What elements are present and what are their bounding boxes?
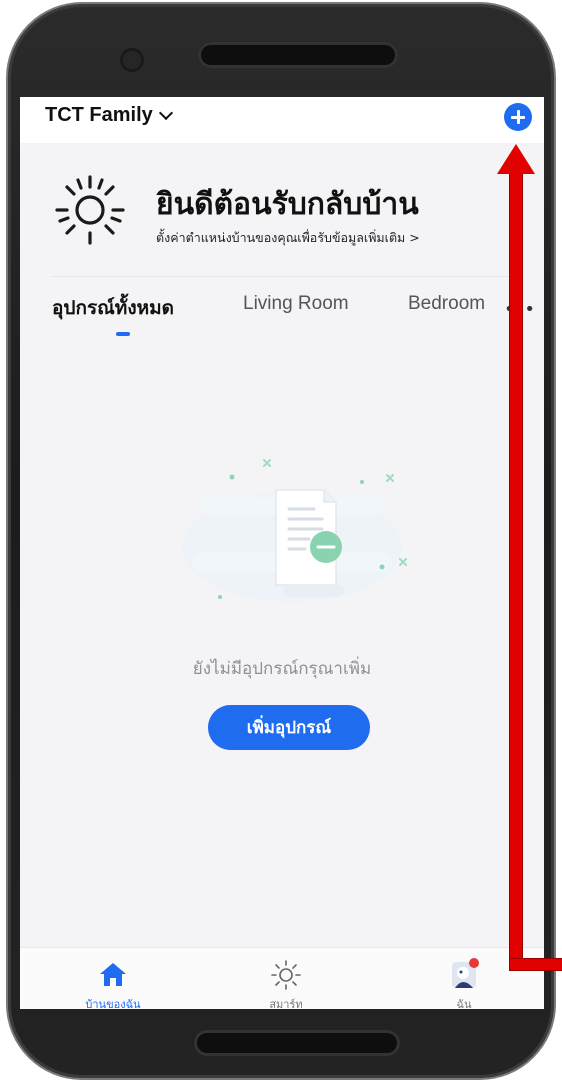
nav-label-smart: สมาร์ท xyxy=(269,998,303,1009)
family-name: TCT Family xyxy=(45,104,153,126)
home-icon xyxy=(100,963,126,986)
add-plus-button[interactable] xyxy=(504,103,532,131)
nav-label-me: ฉัน xyxy=(456,998,472,1009)
nav-my-home[interactable]: บ้านของฉัน xyxy=(53,948,173,1009)
tab-all-devices[interactable]: อุปกรณ์ทั้งหมด xyxy=(52,293,174,323)
add-device-button[interactable]: เพิ่มอุปกรณ์ xyxy=(208,705,370,750)
nav-smart[interactable]: สมาร์ท xyxy=(226,948,346,1009)
annotation-arrow-head xyxy=(497,144,535,174)
tab-living-room[interactable]: Living Room xyxy=(243,293,349,315)
annotation-arrow-tail xyxy=(510,959,562,970)
avatar-icon xyxy=(452,958,479,988)
room-tabs: อุปกรณ์ทั้งหมด Living Room Bedroom xyxy=(20,293,544,333)
bottom-speaker xyxy=(194,1030,400,1056)
sun-icon xyxy=(271,960,301,990)
app-screen: TCT Family ยินดีต้อนรับกลับบ้าน ตั้งค่าต… xyxy=(20,97,544,1009)
family-selector[interactable]: TCT Family xyxy=(45,104,173,127)
tab-bedroom[interactable]: Bedroom xyxy=(408,293,492,315)
set-location-link[interactable]: ตั้งค่าตำแหน่งบ้านของคุณเพื่อรับข้อมูลเพ… xyxy=(156,228,420,248)
annotation-arrow-shaft xyxy=(510,170,522,965)
empty-state-message: ยังไม่มีอุปกรณ์กรุณาเพิ่ม xyxy=(192,659,372,679)
nav-label-home: บ้านของฉัน xyxy=(85,998,141,1009)
active-tab-indicator xyxy=(116,332,130,336)
empty-devices-illustration xyxy=(182,459,407,602)
top-bar: TCT Family xyxy=(20,97,544,143)
welcome-title: ยินดีต้อนรับกลับบ้าน xyxy=(156,187,419,222)
divider xyxy=(52,276,522,277)
bottom-navigation: บ้านของฉัน สมาร์ท ฉัน xyxy=(20,947,544,1009)
sun-icon xyxy=(55,175,125,245)
nav-me[interactable]: ฉัน xyxy=(404,948,524,1009)
chevron-down-icon xyxy=(158,105,173,121)
top-speaker xyxy=(198,42,398,68)
front-camera xyxy=(120,48,144,72)
